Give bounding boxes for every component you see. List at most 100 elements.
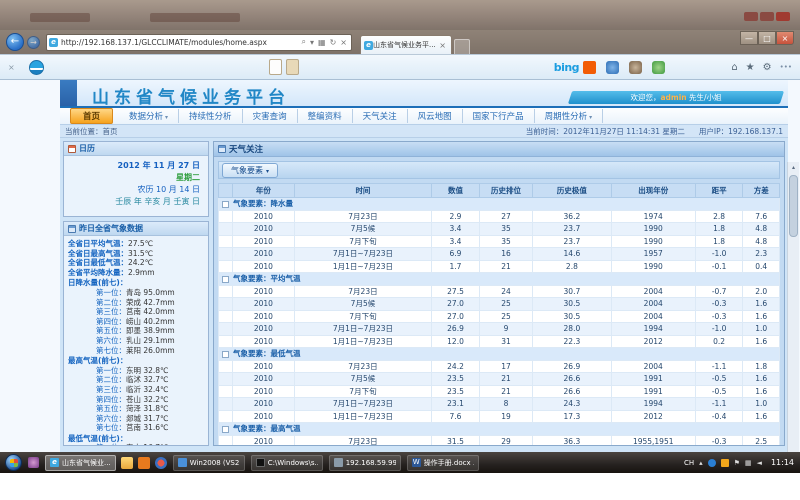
toolbar-cards-icon[interactable] — [269, 59, 299, 75]
nav-item[interactable]: 整编资料 — [298, 109, 353, 123]
language-indicator[interactable]: CH — [684, 459, 694, 467]
home-icon[interactable]: ⌂ — [731, 62, 737, 73]
group-header-row[interactable]: 气象要素：平均气温 — [219, 273, 780, 286]
chevron-down-icon: ▾ — [589, 114, 592, 121]
element-filter-button[interactable]: 气象要素▾ — [222, 163, 278, 178]
table-row[interactable]: 20107月5候27.02530.52004-0.31.6 — [219, 298, 780, 311]
table-cell: -0.4 — [695, 410, 743, 423]
toolbar-plugin-icon[interactable] — [629, 61, 642, 74]
maximize-button[interactable]: □ — [758, 31, 776, 45]
start-button[interactable] — [5, 454, 22, 471]
table-cell: 2010 — [233, 223, 295, 236]
table-row[interactable]: 20107月下旬3.43523.719901.84.8 — [219, 235, 780, 248]
back-button[interactable]: ← — [6, 33, 24, 51]
network-icon[interactable]: ▦ — [745, 459, 752, 467]
group-header-row[interactable]: 气象要素：降水量 — [219, 198, 780, 211]
bing-toolbar[interactable]: bing — [554, 61, 596, 74]
table-row[interactable]: 20107月5候23.52126.61991-0.51.6 — [219, 373, 780, 386]
toolbar-plugin-icon[interactable] — [606, 61, 619, 74]
taskbar-active-task[interactable]: e 山东省气候业... — [45, 455, 116, 471]
compatibility-icon[interactable]: ▦ — [318, 38, 326, 47]
close-button[interactable]: × — [776, 31, 794, 45]
taskbar-task[interactable]: Win2008 (VS2... — [173, 455, 245, 471]
stop-icon[interactable]: × — [340, 38, 347, 47]
toolbar-plugin-icon[interactable] — [652, 61, 665, 74]
group-header-row[interactable]: 气象要素：最低气温 — [219, 348, 780, 361]
table-cell: 28.0 — [533, 323, 612, 336]
browser-app-icon[interactable] — [155, 457, 167, 469]
expand-checkbox-icon[interactable] — [222, 351, 229, 358]
taskbar-task[interactable]: C:\Windows\s... — [251, 455, 323, 471]
explorer-icon[interactable] — [121, 457, 133, 469]
table-row[interactable]: 20101月1日~7月23日12.03122.320120.21.6 — [219, 335, 780, 348]
nav-item[interactable]: 持续性分析 — [179, 109, 243, 123]
table-row[interactable]: 20107月23日2.92736.219742.87.6 — [219, 210, 780, 223]
toolbar-close-icon[interactable]: × — [8, 63, 15, 72]
new-tab-button[interactable] — [454, 39, 470, 54]
forward-button[interactable]: → — [27, 36, 40, 49]
nav-item[interactable]: 灾害查询 — [243, 109, 298, 123]
table-row[interactable]: 20107月5候3.43523.719901.84.8 — [219, 223, 780, 236]
weather-panel-title: 昨日全省气象数据 — [79, 223, 143, 234]
table-row[interactable]: 20107月23日24.21726.92004-1.11.8 — [219, 360, 780, 373]
star-icon[interactable]: ★ — [746, 62, 755, 73]
table-row[interactable]: 20107月23日27.52430.72004-0.72.0 — [219, 285, 780, 298]
data-panel-icon — [68, 225, 76, 233]
page-scrollbar[interactable]: ▴ ▾ — [787, 162, 799, 452]
table-cell: 1.6 — [743, 373, 780, 386]
table-cell: 1994 — [611, 323, 695, 336]
scrollbar-thumb[interactable] — [789, 175, 798, 237]
nav-item[interactable]: 周期性分析▾ — [535, 109, 604, 123]
nav-item[interactable]: 首页 — [70, 108, 113, 124]
table-cell: 21 — [479, 260, 532, 273]
pinned-app-icon[interactable] — [28, 457, 39, 468]
taskbar-clock[interactable]: 11:14 — [771, 458, 794, 467]
expand-checkbox-icon[interactable] — [222, 276, 229, 283]
group-header-row[interactable]: 气象要素：最高气温 — [219, 423, 780, 436]
expand-checkbox-icon[interactable] — [222, 201, 229, 208]
taskbar-task[interactable]: W操作手册.docx ... — [407, 455, 479, 471]
table-row[interactable]: 20107月1日~7月23日23.1824.31994-1.11.0 — [219, 398, 780, 411]
media-app-icon[interactable] — [138, 457, 150, 469]
table-row[interactable]: 20101月1日~7月23日7.61917.32012-0.41.6 — [219, 410, 780, 423]
tab-title[interactable]: 山东省气候业务平... — [373, 40, 437, 50]
refresh-icon[interactable]: ↻ — [330, 38, 337, 47]
table-cell: 23.1 — [432, 398, 480, 411]
action-center-icon[interactable] — [721, 459, 729, 467]
table-row[interactable]: 20107月1日~7月23日6.91614.61957-1.02.3 — [219, 248, 780, 261]
search-icon[interactable]: ⌕ — [302, 37, 306, 47]
nav-item[interactable]: 风云地图 — [408, 109, 463, 123]
share-icon[interactable] — [583, 61, 596, 74]
hidden-icons-arrow[interactable]: ▴ — [699, 459, 703, 467]
browser-tab[interactable]: e 山东省气候业务平... × — [360, 35, 452, 54]
more-dots-icon[interactable]: ••• — [780, 63, 792, 71]
nav-item[interactable]: 天气关注 — [353, 109, 408, 123]
table-row[interactable]: 20107月1日~7月23日26.9928.01994-1.01.0 — [219, 323, 780, 336]
address-bar[interactable]: e http://192.168.137.1/GLCCLIMATE/module… — [46, 34, 352, 51]
flag-icon[interactable]: ⚑ — [734, 459, 740, 467]
background-window-fragment — [150, 13, 240, 22]
gear-icon[interactable]: ⚙ — [763, 62, 772, 73]
nav-item[interactable]: 国家下行产品 — [463, 109, 535, 123]
volume-icon[interactable]: ◄ — [757, 459, 762, 467]
tray-app-icon[interactable] — [708, 459, 716, 467]
table-cell: 1957 — [611, 248, 695, 261]
url-text[interactable]: http://192.168.137.1/GLCCLIMATE/modules/… — [61, 38, 300, 47]
rank-label: 第六位： — [96, 336, 126, 345]
bing-logo[interactable]: bing — [554, 61, 579, 74]
taskbar-task[interactable]: 192.168.59.99... — [329, 455, 401, 471]
expand-checkbox-icon[interactable] — [222, 426, 229, 433]
tab-close-icon[interactable]: × — [439, 41, 446, 50]
table-row[interactable]: 20107月下旬23.52126.61991-0.51.6 — [219, 385, 780, 398]
scroll-up-icon[interactable]: ▴ — [788, 162, 799, 174]
table-row[interactable]: 20107月23日31.52936.31955,1951-0.32.5 — [219, 435, 780, 445]
table-cell: -1.1 — [695, 398, 743, 411]
minimize-button[interactable]: — — [740, 31, 758, 45]
yesterday-weather-panel: 昨日全省气象数据 全省日平均气温：27.5℃全省日最高气温：31.5℃全省日最低… — [63, 221, 209, 446]
search-caret-icon[interactable]: ▾ — [310, 38, 314, 47]
table-cell: 4.8 — [743, 223, 780, 236]
table-row[interactable]: 20107月下旬27.02530.52004-0.31.6 — [219, 310, 780, 323]
toolbar-logo-icon[interactable] — [29, 60, 44, 75]
nav-item[interactable]: 数据分析▾ — [119, 109, 179, 123]
table-row[interactable]: 20101月1日~7月23日1.7212.81990-0.10.4 — [219, 260, 780, 273]
